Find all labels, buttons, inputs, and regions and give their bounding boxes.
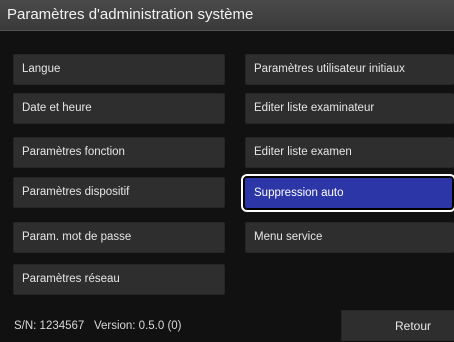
serial-version-info: S/N: 1234567 Version: 0.5.0 (0) [14, 320, 182, 332]
page-title: Paramètres d'administration système [7, 6, 254, 23]
language-button[interactable]: Langue [13, 54, 225, 85]
title-bar: Paramètres d'administration système [0, 0, 454, 31]
function-settings-button[interactable]: Paramètres fonction [13, 137, 225, 168]
auto-delete-button[interactable]: Suppression auto [241, 174, 454, 212]
service-menu-button[interactable]: Menu service [245, 222, 454, 253]
device-settings-button[interactable]: Paramètres dispositif [13, 177, 225, 208]
initial-user-settings-button[interactable]: Paramètres utilisateur initiaux [245, 54, 454, 85]
edit-examiner-list-button[interactable]: Editer liste examinateur [245, 93, 454, 124]
serial-number: S/N: 1234567 [14, 320, 85, 332]
date-time-button[interactable]: Date et heure [13, 93, 225, 124]
auto-delete-label: Suppression auto [245, 178, 452, 208]
password-settings-button[interactable]: Param. mot de passe [13, 222, 225, 253]
network-settings-button[interactable]: Paramètres réseau [13, 264, 225, 295]
back-button[interactable]: Retour [341, 310, 454, 341]
version-text: Version: 0.5.0 (0) [93, 320, 182, 332]
edit-exam-list-button[interactable]: Editer liste examen [245, 137, 454, 168]
